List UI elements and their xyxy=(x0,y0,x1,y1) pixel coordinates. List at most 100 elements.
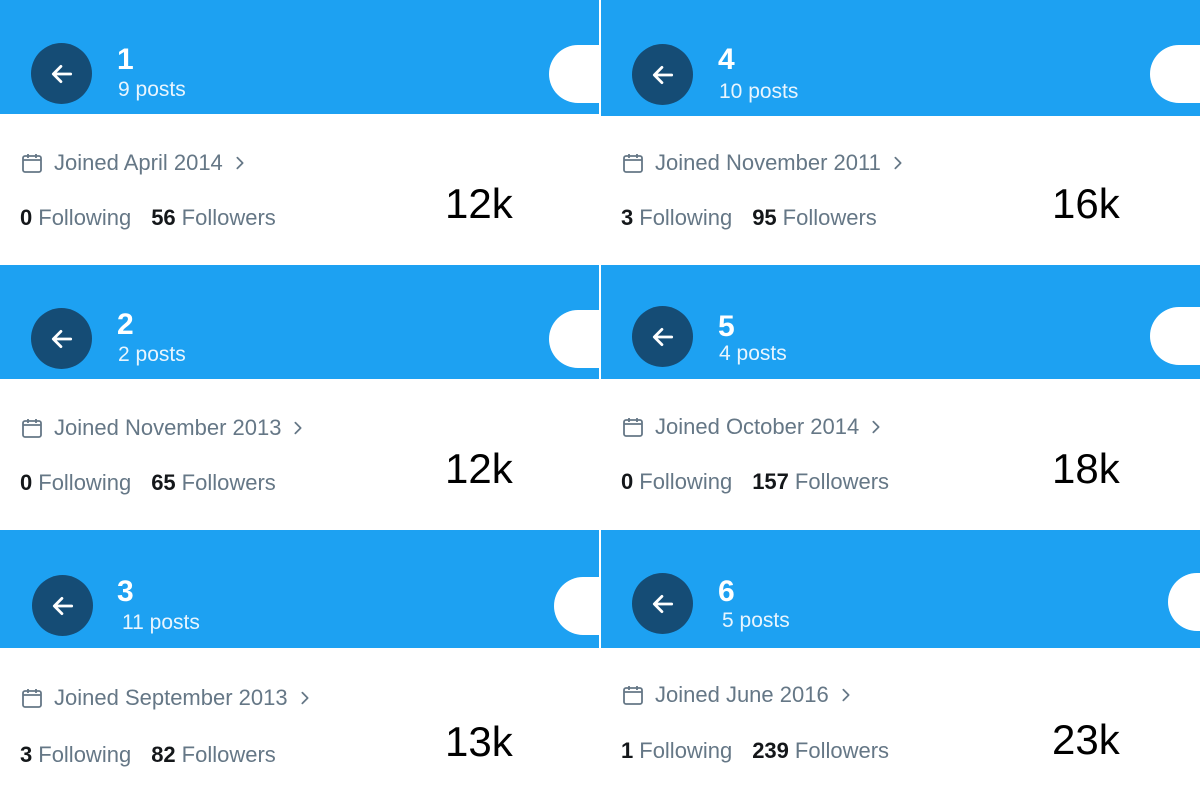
profile-header: 1 9 posts xyxy=(0,0,599,114)
joined-date-link[interactable]: Joined October 2014 xyxy=(621,414,884,440)
following-count: 0 xyxy=(20,470,33,495)
profile-panel-2: 2 2 posts Joined November 2013 0 Followin… xyxy=(0,265,599,529)
joined-date-link[interactable]: Joined June 2016 xyxy=(621,682,854,708)
arrow-left-icon xyxy=(52,596,73,615)
following-label: Following xyxy=(639,205,733,230)
header-action-button[interactable] xyxy=(549,310,599,368)
followers-label: Followers xyxy=(794,469,890,494)
profile-header: 5 4 posts xyxy=(601,265,1200,379)
follow-stats: 3 Following 95 Followers xyxy=(621,205,877,231)
chevron-right-icon xyxy=(872,420,880,434)
back-button[interactable] xyxy=(31,43,92,104)
joined-date: Joined November 2013 xyxy=(54,415,282,440)
following-label: Following xyxy=(38,205,132,230)
post-count: 5 posts xyxy=(722,609,790,632)
overlay-label: 16k xyxy=(1052,180,1120,227)
followers-link[interactable]: 82 Followers xyxy=(151,742,276,768)
profile-header: 6 5 posts xyxy=(601,530,1200,648)
following-link[interactable]: 1 Following xyxy=(621,738,732,764)
arrow-left-icon xyxy=(652,65,673,84)
following-count: 3 xyxy=(621,205,634,230)
profile-number: 3 xyxy=(117,575,134,608)
profile-panel-5: 5 4 posts Joined October 2014 0 Following… xyxy=(601,265,1200,529)
calendar-icon xyxy=(623,686,643,705)
arrow-left-icon xyxy=(652,327,673,346)
follow-stats: 0 Following 157 Followers xyxy=(621,469,889,495)
followers-label: Followers xyxy=(181,742,276,767)
chevron-right-icon xyxy=(894,156,902,170)
post-count: 11 posts xyxy=(122,611,200,634)
followers-link[interactable]: 95 Followers xyxy=(752,205,877,231)
profile-panel-4: 4 10 posts Joined November 2011 3 Followi… xyxy=(601,0,1200,264)
header-action-button[interactable] xyxy=(554,577,599,635)
back-button[interactable] xyxy=(32,575,93,636)
chevron-right-icon xyxy=(294,421,303,435)
calendar-icon xyxy=(22,154,42,173)
following-label: Following xyxy=(639,738,733,763)
joined-date-link[interactable]: Joined April 2014 xyxy=(20,150,248,176)
overlay-label: 13k xyxy=(445,718,513,765)
back-button[interactable] xyxy=(632,306,693,367)
following-count: 3 xyxy=(20,742,33,767)
profile-number: 6 xyxy=(718,575,735,608)
following-link[interactable]: 3 Following xyxy=(20,742,131,768)
profile-header: 3 11 posts xyxy=(0,530,599,648)
arrow-left-icon xyxy=(51,64,72,83)
following-link[interactable]: 0 Following xyxy=(20,205,131,231)
follow-stats: 1 Following 239 Followers xyxy=(621,738,889,764)
following-label: Following xyxy=(38,470,132,495)
joined-date-link[interactable]: Joined September 2013 xyxy=(20,685,313,711)
post-count: 4 posts xyxy=(719,342,787,365)
followers-count: 65 xyxy=(151,470,176,495)
chevron-right-icon xyxy=(842,688,850,702)
following-label: Following xyxy=(639,469,733,494)
followers-count: 239 xyxy=(752,738,789,763)
follow-stats: 0 Following 65 Followers xyxy=(20,470,276,496)
follow-stats: 0 Following 56 Followers xyxy=(20,205,276,231)
post-count: 10 posts xyxy=(719,80,799,103)
calendar-icon xyxy=(623,418,643,437)
followers-link[interactable]: 239 Followers xyxy=(752,738,889,764)
following-label: Following xyxy=(38,742,132,767)
followers-link[interactable]: 157 Followers xyxy=(752,469,889,495)
calendar-icon xyxy=(22,419,42,438)
header-action-button[interactable] xyxy=(1168,573,1200,631)
post-count: 2 posts xyxy=(118,343,186,366)
header-action-button[interactable] xyxy=(549,45,599,103)
calendar-icon xyxy=(623,154,643,173)
post-count: 9 posts xyxy=(118,78,186,101)
followers-link[interactable]: 56 Followers xyxy=(151,205,276,231)
following-count: 0 xyxy=(20,205,33,230)
profile-grid: 1 9 posts Joined April 2014 0 Following 5… xyxy=(0,0,1200,800)
profile-number: 2 xyxy=(117,308,134,341)
overlay-label: 23k xyxy=(1052,716,1120,763)
followers-link[interactable]: 65 Followers xyxy=(151,470,276,496)
chevron-right-icon xyxy=(301,691,309,705)
joined-date-link[interactable]: Joined November 2013 xyxy=(20,415,306,441)
following-link[interactable]: 3 Following xyxy=(621,205,732,231)
joined-date-link[interactable]: Joined November 2011 xyxy=(621,150,906,176)
back-button[interactable] xyxy=(632,573,693,634)
followers-count: 157 xyxy=(752,469,789,494)
profile-header: 2 2 posts xyxy=(0,265,599,379)
followers-label: Followers xyxy=(181,205,276,230)
followers-count: 82 xyxy=(151,742,176,767)
back-button[interactable] xyxy=(632,44,693,105)
following-count: 0 xyxy=(621,469,634,494)
arrow-left-icon xyxy=(652,594,673,613)
header-action-button[interactable] xyxy=(1150,307,1200,365)
profile-panel-6: 6 5 posts Joined June 2016 1 Following 23… xyxy=(601,530,1200,800)
back-button[interactable] xyxy=(31,308,92,369)
profile-header: 4 10 posts xyxy=(601,0,1200,116)
profile-number: 1 xyxy=(117,43,134,76)
overlay-label: 12k xyxy=(445,445,513,492)
joined-date: Joined June 2016 xyxy=(655,682,829,707)
joined-date: Joined November 2011 xyxy=(655,150,881,175)
joined-date: Joined September 2013 xyxy=(54,685,288,710)
joined-date: Joined April 2014 xyxy=(54,150,223,175)
arrow-left-icon xyxy=(51,329,72,348)
header-action-button[interactable] xyxy=(1150,45,1200,103)
following-link[interactable]: 0 Following xyxy=(20,470,131,496)
followers-count: 56 xyxy=(151,205,176,230)
following-link[interactable]: 0 Following xyxy=(621,469,732,495)
